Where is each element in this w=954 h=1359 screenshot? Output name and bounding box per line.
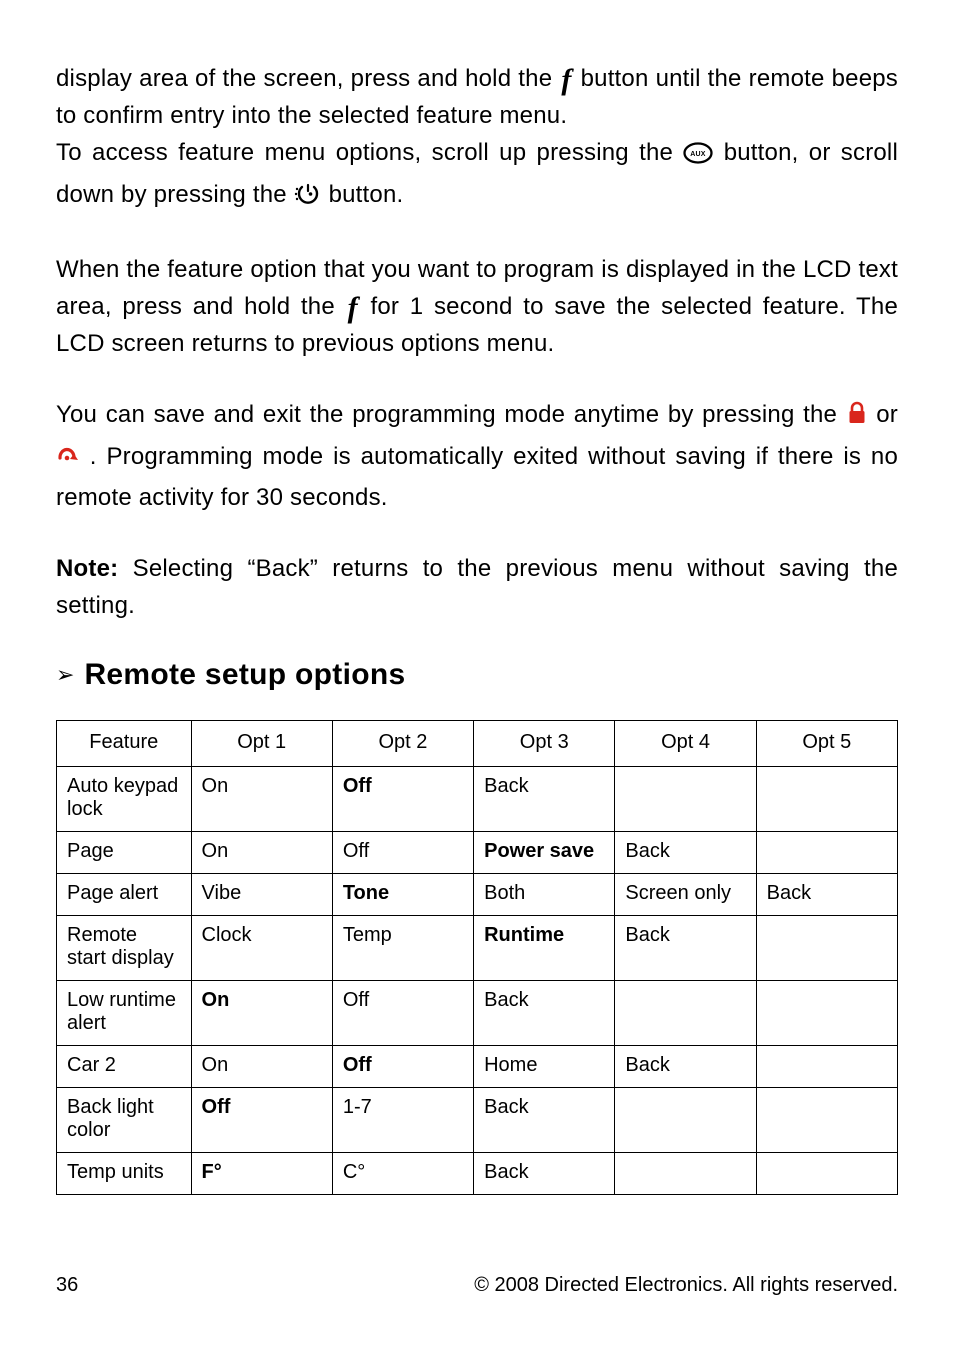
col-header-opt4: Opt 4 bbox=[615, 721, 756, 767]
table-row: Car 2OnOffHomeBack bbox=[57, 1046, 898, 1088]
table-cell bbox=[615, 981, 756, 1046]
table-cell: Tone bbox=[332, 874, 473, 916]
table-cell: Back bbox=[474, 1153, 615, 1195]
col-header-opt3: Opt 3 bbox=[474, 721, 615, 767]
table-cell: Temp units bbox=[57, 1153, 192, 1195]
table-row: Back light colorOff1-7Back bbox=[57, 1088, 898, 1153]
table-row: Temp unitsF°C°Back bbox=[57, 1153, 898, 1195]
table-cell bbox=[756, 1088, 897, 1153]
table-cell: Both bbox=[474, 874, 615, 916]
col-header-opt5: Opt 5 bbox=[756, 721, 897, 767]
table-cell: 1-7 bbox=[332, 1088, 473, 1153]
table-cell: C° bbox=[332, 1153, 473, 1195]
text: Selecting “Back” returns to the previous… bbox=[56, 555, 898, 619]
table-cell bbox=[756, 916, 897, 981]
table-cell: Back bbox=[615, 832, 756, 874]
note-paragraph: Note: Selecting “Back” returns to the pr… bbox=[56, 550, 898, 624]
table-cell bbox=[756, 1046, 897, 1088]
copyright: © 2008 Directed Electronics. All rights … bbox=[474, 1274, 898, 1297]
table-header-row: Feature Opt 1 Opt 2 Opt 3 Opt 4 Opt 5 bbox=[57, 721, 898, 767]
table-cell: Vibe bbox=[191, 874, 332, 916]
aux-button-icon: AUX bbox=[683, 138, 713, 175]
table-cell bbox=[756, 981, 897, 1046]
page-number: 36 bbox=[56, 1274, 78, 1297]
table-cell bbox=[615, 767, 756, 832]
table-cell: On bbox=[191, 1046, 332, 1088]
table-cell: Runtime bbox=[474, 916, 615, 981]
lock-icon bbox=[846, 400, 868, 437]
section-title: Remote setup options bbox=[84, 658, 405, 692]
section-heading: ➢ Remote setup options bbox=[56, 658, 898, 692]
text: button. bbox=[329, 181, 404, 208]
col-header-opt2: Opt 2 bbox=[332, 721, 473, 767]
text: or bbox=[876, 401, 898, 428]
table-cell: On bbox=[191, 767, 332, 832]
table-cell: Back bbox=[615, 1046, 756, 1088]
text: . Programming mode is automatically exit… bbox=[56, 443, 898, 511]
table-cell: Power save bbox=[474, 832, 615, 874]
table-cell: Remote start display bbox=[57, 916, 192, 981]
table-cell: Off bbox=[332, 832, 473, 874]
table-cell: Off bbox=[332, 1046, 473, 1088]
table-cell: Home bbox=[474, 1046, 615, 1088]
text: To access feature menu options, scroll u… bbox=[56, 139, 683, 166]
table-cell: Back bbox=[474, 981, 615, 1046]
svg-text:AUX: AUX bbox=[691, 151, 707, 158]
table-cell: Back bbox=[615, 916, 756, 981]
note-label: Note: bbox=[56, 555, 118, 582]
table-cell: Page alert bbox=[57, 874, 192, 916]
table-row: Auto keypad lockOnOffBack bbox=[57, 767, 898, 832]
table-cell: Page bbox=[57, 832, 192, 874]
table-cell bbox=[756, 767, 897, 832]
table-cell: Off bbox=[332, 767, 473, 832]
table-cell: Temp bbox=[332, 916, 473, 981]
page: display area of the screen, press and ho… bbox=[0, 0, 954, 1359]
page-footer: 36 © 2008 Directed Electronics. All righ… bbox=[56, 1274, 898, 1297]
text: display area of the screen, press and ho… bbox=[56, 65, 559, 92]
table-cell: Off bbox=[191, 1088, 332, 1153]
table-cell: Back bbox=[474, 767, 615, 832]
col-header-feature: Feature bbox=[57, 721, 192, 767]
table-cell: Screen only bbox=[615, 874, 756, 916]
text: You can save and exit the programming mo… bbox=[56, 401, 846, 428]
col-header-opt1: Opt 1 bbox=[191, 721, 332, 767]
table-cell: Off bbox=[332, 981, 473, 1046]
table-cell: Low runtime alert bbox=[57, 981, 192, 1046]
remote-start-icon bbox=[294, 180, 322, 217]
paragraph-3: You can save and exit the programming mo… bbox=[56, 396, 898, 516]
table-cell: Back bbox=[474, 1088, 615, 1153]
table-cell bbox=[615, 1153, 756, 1195]
table-cell bbox=[756, 1153, 897, 1195]
table-cell bbox=[615, 1088, 756, 1153]
table-row: PageOnOffPower saveBack bbox=[57, 832, 898, 874]
unlock-icon bbox=[56, 442, 80, 479]
table-row: Low runtime alertOnOffBack bbox=[57, 981, 898, 1046]
table-row: Remote start displayClockTempRuntimeBack bbox=[57, 916, 898, 981]
table-row: Page alertVibeToneBothScreen onlyBack bbox=[57, 874, 898, 916]
table-cell: Car 2 bbox=[57, 1046, 192, 1088]
remote-setup-options-table: Feature Opt 1 Opt 2 Opt 3 Opt 4 Opt 5 Au… bbox=[56, 720, 898, 1195]
arrow-icon: ➢ bbox=[56, 664, 74, 686]
table-cell: Auto keypad lock bbox=[57, 767, 192, 832]
table-cell: On bbox=[191, 832, 332, 874]
table-cell: F° bbox=[191, 1153, 332, 1195]
paragraph-2: When the feature option that you want to… bbox=[56, 251, 898, 363]
paragraph-1: display area of the screen, press and ho… bbox=[56, 60, 898, 217]
table-cell: Back bbox=[756, 874, 897, 916]
table-cell: On bbox=[191, 981, 332, 1046]
table-cell: Clock bbox=[191, 916, 332, 981]
table-cell: Back light color bbox=[57, 1088, 192, 1153]
table-cell bbox=[756, 832, 897, 874]
